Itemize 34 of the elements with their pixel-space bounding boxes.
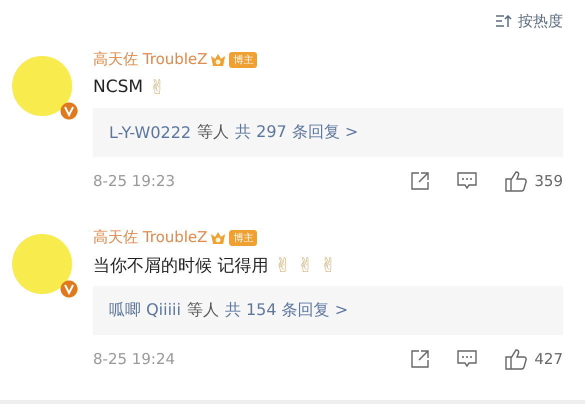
victory-hand-emoji: ✌	[297, 253, 314, 278]
replier-suffix: 等人	[197, 122, 230, 143]
share-icon[interactable]	[410, 349, 430, 370]
victory-hand-emoji: ✌	[274, 253, 292, 278]
victory-hand-emoji: ✌	[320, 253, 337, 278]
comment-icon[interactable]	[456, 349, 478, 370]
crown-icon	[210, 52, 226, 68]
blogger-badge: 博主	[229, 230, 258, 246]
replies-panel[interactable]: L-Y-W0222 等人 共 297 条回复 >	[93, 108, 563, 157]
replies-panel[interactable]: 呱唧 Qiiiii 等人 共 154 条回复 >	[93, 286, 563, 335]
crown-icon	[210, 230, 226, 246]
thumbs-up-icon[interactable]	[504, 170, 528, 192]
replier-name[interactable]: 呱唧 Qiiiii	[109, 300, 181, 321]
verified-icon	[60, 102, 78, 120]
comment-text: NCSM	[93, 77, 144, 98]
share-icon[interactable]	[410, 171, 430, 192]
like-count: 427	[534, 350, 563, 368]
sort-button[interactable]: 按热度	[495, 6, 563, 36]
sort-icon	[495, 14, 513, 28]
replier-suffix: 等人	[186, 300, 219, 321]
reply-count-link[interactable]: 共 154 条回复 >	[224, 300, 348, 321]
reply-count-link[interactable]: 共 297 条回复 >	[235, 122, 358, 143]
comment-text: 当你不屑的时候 记得用	[93, 254, 268, 277]
comment-icon[interactable]	[456, 171, 478, 192]
comment-time: 8-25 19:23	[93, 172, 176, 190]
verified-icon	[60, 280, 78, 298]
comment-time: 8-25 19:24	[93, 350, 176, 368]
victory-hand-emoji: ✌	[149, 75, 166, 100]
like-count: 359	[534, 172, 563, 190]
thumbs-up-icon[interactable]	[504, 348, 528, 370]
author-name[interactable]: 高天佐 TroubleZ	[93, 50, 208, 70]
blogger-badge: 博主	[229, 52, 258, 68]
replier-name[interactable]: L-Y-W0222	[109, 122, 192, 142]
author-name[interactable]: 高天佐 TroubleZ	[93, 228, 208, 248]
